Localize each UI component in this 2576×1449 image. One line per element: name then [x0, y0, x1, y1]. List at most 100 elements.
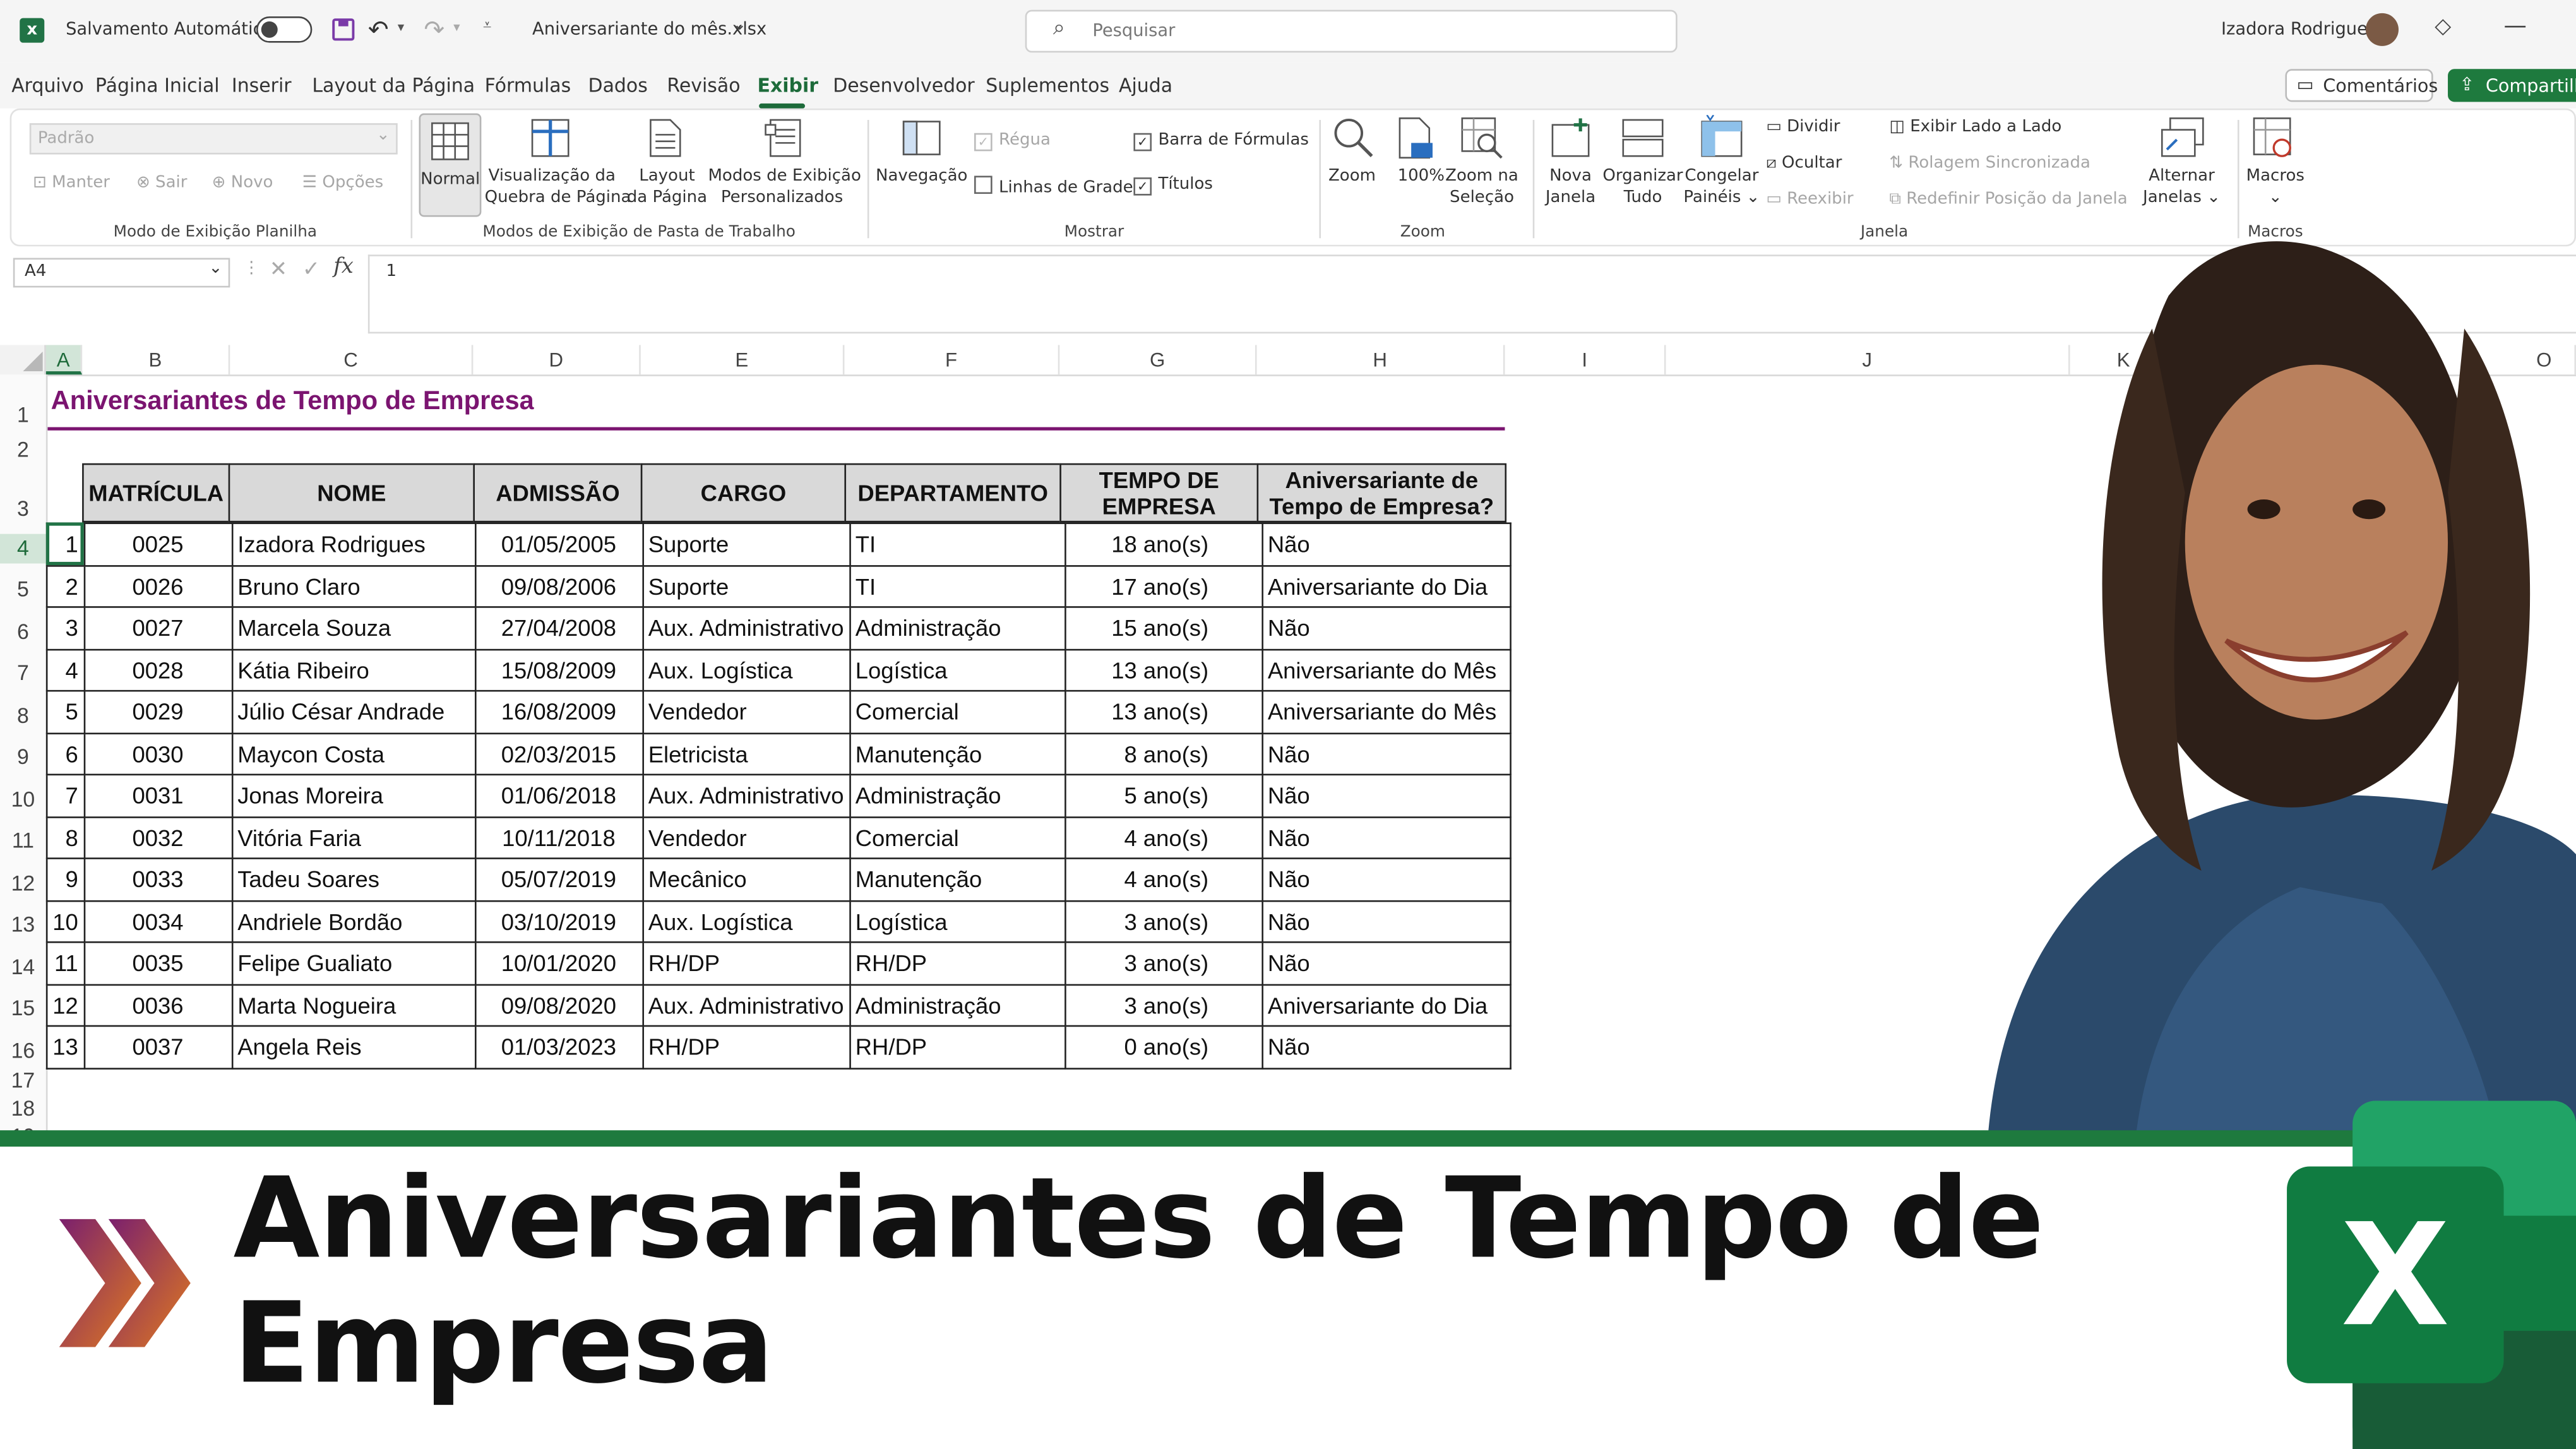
- departamento-cell[interactable]: Administração: [849, 773, 1066, 818]
- matricula-cell[interactable]: 0037: [83, 1025, 233, 1069]
- row-header-selected[interactable]: 4: [0, 534, 46, 564]
- matricula-cell[interactable]: 0034: [83, 899, 233, 943]
- tab-arquivo[interactable]: Arquivo: [11, 74, 84, 97]
- custom-views-icon[interactable]: [764, 118, 803, 157]
- tab-inserir[interactable]: Inserir: [232, 74, 292, 97]
- matricula-cell[interactable]: 0030: [83, 732, 233, 776]
- cargo-cell[interactable]: Vendedor: [641, 689, 850, 734]
- header-aniversariante[interactable]: Aniversariante de Tempo de Empresa?: [1256, 463, 1507, 523]
- aniversariante-cell[interactable]: Não: [1261, 522, 1511, 566]
- sheet-view-dropdown[interactable]: Padrão ⌄: [29, 123, 398, 155]
- switch-windows-icon[interactable]: [2161, 117, 2207, 160]
- zoom-to-selection-button[interactable]: Zoom na Seleção: [1441, 166, 1523, 209]
- aniversariante-cell[interactable]: Aniversariante do Dia: [1261, 983, 1511, 1027]
- row-header[interactable]: 16: [0, 1038, 46, 1063]
- sync-scroll-button[interactable]: ⇅ Rolagem Sincronizada: [1889, 155, 2090, 173]
- departamento-cell[interactable]: Manutenção: [849, 857, 1066, 902]
- nome-cell[interactable]: Angela Reis: [230, 1025, 476, 1069]
- sheet-title[interactable]: Aniversariantes de Tempo de Empresa: [51, 388, 534, 417]
- row-header[interactable]: 14: [0, 955, 46, 979]
- column-header-a[interactable]: A: [45, 345, 83, 375]
- cancel-icon[interactable]: ✕: [270, 258, 287, 283]
- departamento-cell[interactable]: Administração: [849, 606, 1066, 650]
- admissao-cell[interactable]: 10/11/2018: [474, 815, 643, 859]
- tab-layout[interactable]: Layout da Página: [312, 74, 475, 97]
- row-number-cell[interactable]: 12: [45, 983, 85, 1027]
- row-header[interactable]: 6: [0, 619, 46, 644]
- admissao-cell[interactable]: 10/01/2020: [474, 941, 643, 985]
- tempo-cell[interactable]: 13 ano(s): [1064, 689, 1263, 734]
- admissao-cell[interactable]: 01/05/2005: [474, 522, 643, 566]
- switch-windows-button[interactable]: Alternar Janelas ⌄: [2140, 166, 2222, 209]
- row-number-cell[interactable]: 9: [45, 857, 85, 902]
- matricula-cell[interactable]: 0035: [83, 941, 233, 985]
- insert-function-icon[interactable]: fx: [333, 254, 354, 279]
- name-box[interactable]: A4 ⌄: [13, 258, 230, 288]
- row-number-cell[interactable]: 5: [45, 689, 85, 734]
- select-all-corner[interactable]: [0, 345, 46, 375]
- aniversariante-cell[interactable]: Não: [1261, 899, 1511, 943]
- row-header[interactable]: 18: [0, 1096, 46, 1121]
- row-number-cell[interactable]: 11: [45, 941, 85, 985]
- enter-icon[interactable]: ✓: [302, 258, 320, 283]
- cargo-cell[interactable]: Aux. Logística: [641, 899, 850, 943]
- row-number-cell[interactable]: 10: [45, 899, 85, 943]
- column-header-f[interactable]: F: [844, 345, 1060, 375]
- departamento-cell[interactable]: Administração: [849, 983, 1066, 1027]
- row-number-cell[interactable]: 13: [45, 1025, 85, 1069]
- keep-view-button[interactable]: ⊡ Manter: [33, 174, 110, 193]
- row-header[interactable]: 11: [0, 828, 46, 852]
- row-header[interactable]: 15: [0, 996, 46, 1020]
- view-side-by-side-button[interactable]: ◫ Exibir Lado a Lado: [1889, 118, 2061, 136]
- tempo-cell[interactable]: 13 ano(s): [1064, 648, 1263, 692]
- tab-desenvolvedor[interactable]: Desenvolvedor: [833, 74, 975, 97]
- aniversariante-cell[interactable]: Não: [1261, 857, 1511, 902]
- nome-cell[interactable]: Andriele Bordão: [230, 899, 476, 943]
- header-tempo-empresa[interactable]: TEMPO DE EMPRESA: [1059, 463, 1259, 523]
- row-header[interactable]: 9: [0, 744, 46, 769]
- exit-view-button[interactable]: ⊗ Sair: [136, 174, 188, 193]
- tempo-cell[interactable]: 17 ano(s): [1064, 564, 1263, 608]
- admissao-cell[interactable]: 16/08/2009: [474, 689, 643, 734]
- comments-button[interactable]: ▭ Comentários: [2285, 69, 2438, 102]
- tab-exibir[interactable]: Exibir: [758, 74, 818, 97]
- cargo-cell[interactable]: Aux. Administrativo: [641, 606, 850, 650]
- admissao-cell[interactable]: 01/06/2018: [474, 773, 643, 818]
- aniversariante-cell[interactable]: Não: [1261, 1025, 1511, 1069]
- departamento-cell[interactable]: TI: [849, 564, 1066, 608]
- departamento-cell[interactable]: Logística: [849, 648, 1066, 692]
- aniversariante-cell[interactable]: Não: [1261, 941, 1511, 985]
- matricula-cell[interactable]: 0033: [83, 857, 233, 902]
- tempo-cell[interactable]: 8 ano(s): [1064, 732, 1263, 776]
- admissao-cell[interactable]: 05/07/2019: [474, 857, 643, 902]
- aniversariante-cell[interactable]: Aniversariante do Mês: [1261, 648, 1511, 692]
- column-header-i[interactable]: I: [1505, 345, 1666, 375]
- tab-formulas[interactable]: Fórmulas: [485, 74, 571, 97]
- admissao-cell[interactable]: 01/03/2023: [474, 1025, 643, 1069]
- header-matricula[interactable]: MATRÍCULA: [82, 463, 230, 523]
- zoom-to-selection-icon[interactable]: [1460, 117, 1503, 160]
- tempo-cell[interactable]: 3 ano(s): [1064, 899, 1263, 943]
- departamento-cell[interactable]: Comercial: [849, 689, 1066, 734]
- departamento-cell[interactable]: TI: [849, 522, 1066, 566]
- row-number-cell[interactable]: 4: [45, 648, 85, 692]
- headings-checkbox[interactable]: ✓ Títulos: [1133, 176, 1213, 196]
- aniversariante-cell[interactable]: Não: [1261, 606, 1511, 650]
- row-header[interactable]: 2: [0, 437, 46, 462]
- admissao-cell[interactable]: 02/03/2015: [474, 732, 643, 776]
- macros-button[interactable]: Macros ⌄: [2239, 166, 2311, 209]
- undo-icon[interactable]: ↶: [368, 15, 389, 44]
- redo-icon[interactable]: ↷: [424, 15, 444, 44]
- matricula-cell[interactable]: 0032: [83, 815, 233, 859]
- matricula-cell[interactable]: 0027: [83, 606, 233, 650]
- tempo-cell[interactable]: 18 ano(s): [1064, 522, 1263, 566]
- admissao-cell[interactable]: 27/04/2008: [474, 606, 643, 650]
- tab-ajuda[interactable]: Ajuda: [1119, 74, 1172, 97]
- freeze-panes-button[interactable]: Congelar Painéis ⌄: [1681, 166, 1763, 209]
- row-number-cell[interactable]: 3: [45, 606, 85, 650]
- row-number-cell[interactable]: 7: [45, 773, 85, 818]
- matricula-cell[interactable]: 0029: [83, 689, 233, 734]
- new-window-button[interactable]: Nova Janela: [1539, 166, 1602, 209]
- minimize-icon[interactable]: —: [2504, 13, 2527, 40]
- search-input[interactable]: ⌕ Pesquisar: [1025, 9, 1678, 53]
